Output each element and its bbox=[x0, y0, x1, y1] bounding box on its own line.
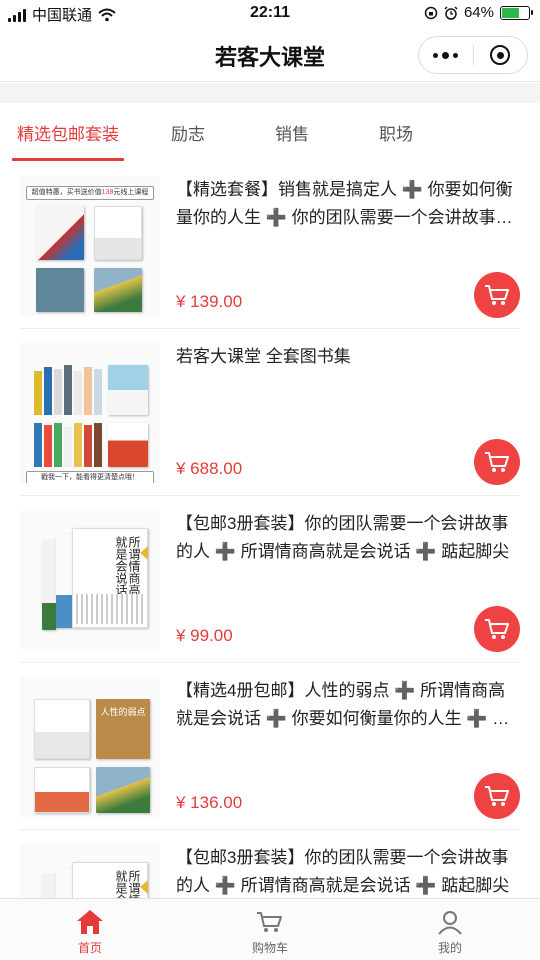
more-options-button[interactable] bbox=[419, 37, 473, 73]
mini-program-capsule bbox=[418, 36, 528, 74]
add-to-cart-button[interactable] bbox=[474, 272, 520, 318]
cover-text: 人性的弱点 bbox=[100, 708, 146, 718]
add-to-cart-button[interactable] bbox=[474, 439, 520, 485]
product-item[interactable]: 戳我一下，能看得更清楚点哦！ 若客大课堂 全套图书集 ¥ 688.00 bbox=[20, 329, 520, 496]
product-list: 超值特惠，买书送价值138元线上课程 【精选套餐】销售就是搞定人 ➕ 你要如何衡… bbox=[0, 162, 540, 960]
tabbar-home[interactable]: 首页 bbox=[0, 899, 180, 960]
product-thumbnail: 所谓情商高就是会说话 bbox=[20, 510, 160, 650]
product-title: 【精选4册包邮】人性的弱点 ➕ 所谓情商高就是会说话 ➕ 你要如何衡量你的人生 … bbox=[176, 681, 510, 728]
battery-percent: 64% bbox=[463, 4, 494, 21]
cover-text: 所谓情商高就是会说话 bbox=[114, 536, 140, 596]
product-item[interactable]: 人性的弱点 【精选4册包邮】人性的弱点 ➕ 所谓情商高就是会说话 ➕ 你要如何衡… bbox=[20, 663, 520, 830]
user-icon bbox=[435, 907, 465, 937]
product-price: ¥ 99.00 bbox=[176, 626, 233, 645]
tabbar-cart-label: 购物车 bbox=[251, 941, 288, 955]
cart-icon bbox=[255, 907, 285, 937]
add-to-cart-button[interactable] bbox=[474, 606, 520, 652]
product-thumbnail: 超值特惠，买书送价值138元线上课程 bbox=[20, 176, 160, 316]
product-title: 【精选套餐】销售就是搞定人 ➕ 你要如何衡量你的人生 ➕ 你的团队需要一个会讲故… bbox=[176, 180, 513, 227]
product-thumbnail: 人性的弱点 bbox=[20, 677, 160, 817]
product-item[interactable]: 所谓情商高就是会说话 【包邮3册套装】你的团队需要一个会讲故事的人 ➕ 所谓情商… bbox=[20, 496, 520, 663]
product-item[interactable]: 超值特惠，买书送价值138元线上课程 【精选套餐】销售就是搞定人 ➕ 你要如何衡… bbox=[20, 162, 520, 329]
orientation-lock-icon bbox=[424, 6, 438, 19]
promo-banner: 戳我一下，能看得更清楚点哦！ bbox=[26, 471, 154, 483]
tab-sales[interactable]: 销售 bbox=[240, 103, 344, 161]
tab-career[interactable]: 职场 bbox=[344, 103, 448, 161]
cart-icon bbox=[485, 619, 509, 639]
cart-icon bbox=[485, 285, 509, 305]
product-title: 【包邮3册套装】你的团队需要一个会讲故事的人 ➕ 所谓情商高就是会说话 ➕ 踮起… bbox=[176, 848, 510, 895]
tabbar-cart[interactable]: 购物车 bbox=[180, 899, 360, 960]
product-thumbnail: 戳我一下，能看得更清楚点哦！ bbox=[20, 343, 160, 483]
promo-banner: 超值特惠，买书送价值138元线上课程 bbox=[26, 186, 154, 200]
category-tabs: 精选包邮套装 励志 销售 职场 bbox=[0, 103, 540, 161]
battery-icon bbox=[500, 5, 533, 20]
product-price: ¥ 139.00 bbox=[176, 292, 243, 311]
product-price: ¥ 136.00 bbox=[176, 793, 243, 812]
cart-icon bbox=[485, 786, 509, 806]
add-to-cart-button[interactable] bbox=[474, 773, 520, 819]
home-icon bbox=[75, 907, 105, 937]
tabbar-profile[interactable]: 我的 bbox=[360, 899, 540, 960]
alarm-icon bbox=[444, 5, 458, 20]
bottom-tab-bar: 首页 购物车 我的 bbox=[0, 898, 540, 960]
status-right: 64% bbox=[424, 4, 533, 21]
cart-icon bbox=[485, 452, 509, 472]
product-price: ¥ 688.00 bbox=[176, 459, 243, 478]
nav-bar: 若客大课堂 bbox=[0, 28, 540, 82]
close-target-icon bbox=[490, 45, 511, 65]
tab-selected-bundles[interactable]: 精选包邮套装 bbox=[0, 103, 136, 161]
close-mini-program-button[interactable] bbox=[473, 37, 527, 73]
product-title: 【包邮3册套装】你的团队需要一个会讲故事的人 ➕ 所谓情商高就是会说话 ➕ 踮起… bbox=[176, 514, 510, 561]
tab-motivation[interactable]: 励志 bbox=[136, 103, 240, 161]
product-title: 若客大课堂 全套图书集 bbox=[176, 347, 351, 366]
tabbar-profile-label: 我的 bbox=[437, 941, 462, 955]
tabbar-home-label: 首页 bbox=[77, 941, 102, 955]
section-divider bbox=[0, 83, 540, 103]
status-bar: 中国联通 22:11 64% bbox=[0, 0, 540, 28]
